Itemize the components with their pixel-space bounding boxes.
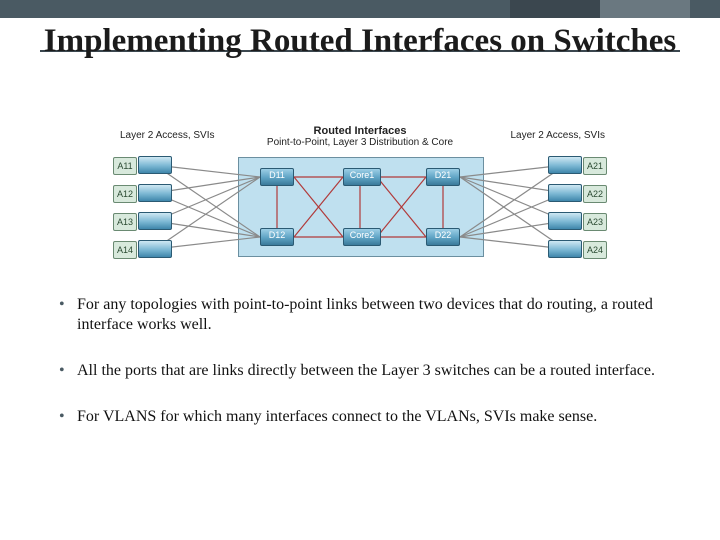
device-access: A22	[548, 184, 582, 202]
device-dist: D22	[426, 228, 460, 246]
device-label: A13	[113, 213, 137, 231]
device-label: A14	[113, 241, 137, 259]
device-label: A24	[583, 241, 607, 259]
device-dist: D12	[260, 228, 294, 246]
device-dist: D21	[426, 168, 460, 186]
device-access: A14	[138, 240, 172, 258]
device-dist: D11	[260, 168, 294, 186]
title-wrap: Implementing Routed Interfaces on Switch…	[0, 16, 720, 61]
device-access: A12	[138, 184, 172, 202]
bullet-list: For any topologies with point-to-point l…	[55, 295, 665, 453]
device-label: A11	[113, 157, 137, 175]
device-label: A23	[583, 213, 607, 231]
device-access: A23	[548, 212, 582, 230]
device-core: Core2	[343, 228, 381, 246]
device-core: Core1	[343, 168, 381, 186]
list-item: For any topologies with point-to-point l…	[55, 295, 665, 335]
device-label: A12	[113, 185, 137, 203]
slide: Implementing Routed Interfaces on Switch…	[0, 0, 720, 540]
diagram-links	[100, 135, 620, 270]
network-diagram: Layer 2 Access, SVIs Layer 2 Access, SVI…	[100, 135, 620, 270]
device-access: A24	[548, 240, 582, 258]
device-label: A21	[583, 157, 607, 175]
page-title: Implementing Routed Interfaces on Switch…	[40, 22, 680, 61]
device-access: A13	[138, 212, 172, 230]
device-label: A22	[583, 185, 607, 203]
bullet-text: All the ports that are links directly be…	[77, 362, 655, 379]
bullet-text: For VLANS for which many interfaces conn…	[77, 408, 597, 425]
device-access: A21	[548, 156, 582, 174]
device-access: A11	[138, 156, 172, 174]
bullet-text: For any topologies with point-to-point l…	[77, 296, 653, 333]
list-item: For VLANS for which many interfaces conn…	[55, 407, 665, 427]
list-item: All the ports that are links directly be…	[55, 361, 665, 381]
